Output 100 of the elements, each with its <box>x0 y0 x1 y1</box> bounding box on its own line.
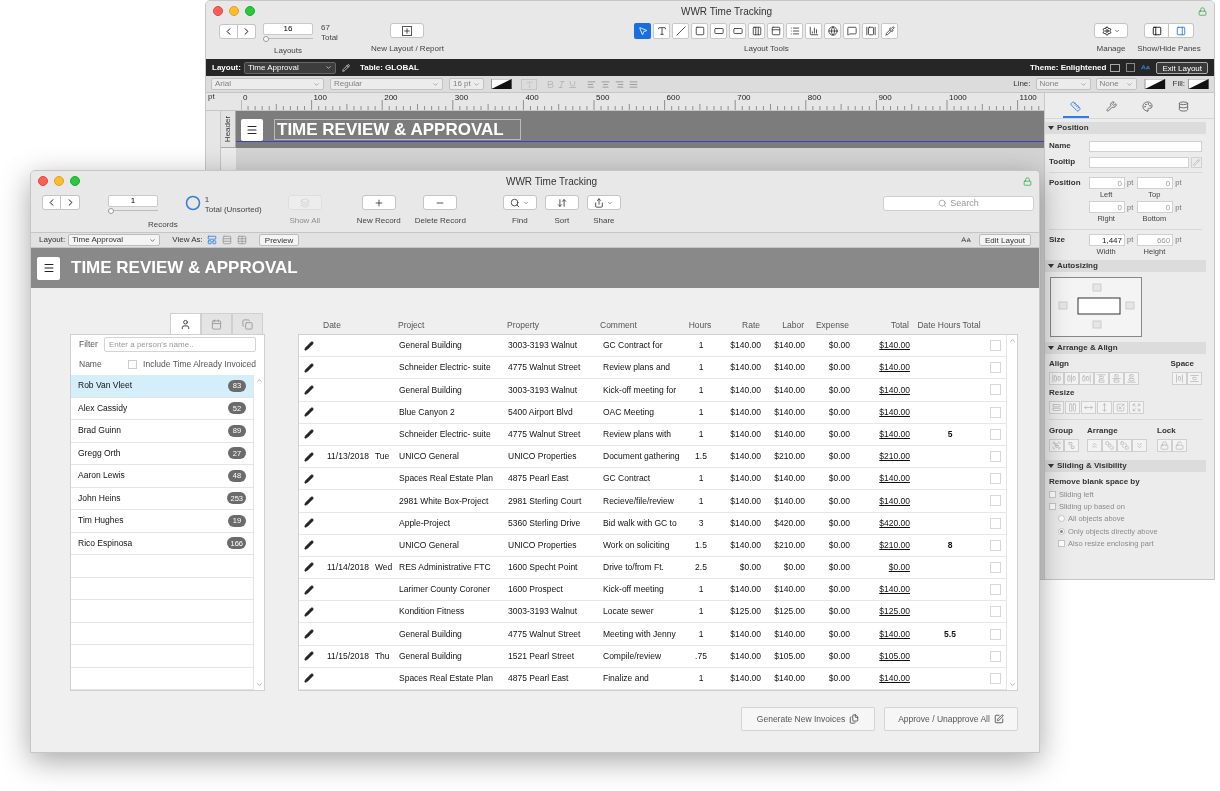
name-field[interactable] <box>1089 140 1202 152</box>
dropdown[interactable]: Regular <box>330 78 443 90</box>
pencil-icon[interactable] <box>304 473 314 484</box>
checkbox[interactable] <box>1058 539 1065 547</box>
zoom-button[interactable] <box>70 176 80 186</box>
layout-dropdown[interactable]: Time Approval <box>68 234 161 246</box>
minimize-button[interactable] <box>54 176 64 186</box>
pencil-icon[interactable] <box>304 407 314 418</box>
delete-record-button[interactable] <box>423 195 458 210</box>
pencil-icon[interactable] <box>304 340 314 351</box>
checkbox[interactable] <box>990 362 1001 374</box>
scroll-up-icon[interactable] <box>1008 337 1016 344</box>
pencil-icon[interactable] <box>304 384 314 395</box>
checkbox[interactable] <box>1049 503 1056 511</box>
panel-tab[interactable] <box>201 313 232 334</box>
pencil-icon[interactable] <box>304 518 314 529</box>
tooltip-field[interactable] <box>1089 156 1189 168</box>
panel-tab[interactable] <box>232 313 263 334</box>
section-header[interactable]: Autosizing <box>1045 259 1206 272</box>
checkbox[interactable] <box>990 672 1001 684</box>
tool-button[interactable] <box>691 23 709 39</box>
total-link[interactable]: $420.00 <box>850 516 910 530</box>
checkbox[interactable] <box>990 340 1001 352</box>
tool-button[interactable] <box>634 23 652 39</box>
record-field[interactable]: 16 <box>263 23 313 35</box>
checkbox[interactable] <box>990 650 1001 662</box>
color-swatch[interactable] <box>1143 79 1166 89</box>
total-link[interactable]: $140.00 <box>850 383 910 397</box>
pencil-icon[interactable] <box>304 606 314 617</box>
tool-button[interactable] <box>672 23 690 39</box>
total-link[interactable]: $140.00 <box>850 405 910 419</box>
tool-button[interactable] <box>748 23 766 39</box>
total-link[interactable]: $140.00 <box>850 339 910 352</box>
text-style-button[interactable] <box>521 78 537 90</box>
total-link[interactable]: $140.00 <box>850 672 910 685</box>
dropdown[interactable]: None <box>1095 78 1137 90</box>
back-button[interactable] <box>219 24 238 39</box>
forward-button[interactable] <box>61 195 80 210</box>
checkbox[interactable] <box>128 360 138 369</box>
total-link[interactable]: $105.00 <box>850 649 910 663</box>
slider-thumb[interactable] <box>263 36 269 42</box>
pencil-icon[interactable] <box>304 629 314 640</box>
scroll-down-icon[interactable] <box>1008 681 1016 688</box>
total-link[interactable]: $140.00 <box>850 494 910 508</box>
new-layout-button[interactable] <box>390 23 425 38</box>
pencil-icon[interactable] <box>304 562 314 573</box>
pencil-icon[interactable] <box>304 584 314 595</box>
section-header[interactable]: Sliding & Visibility <box>1045 459 1206 472</box>
pencil-icon[interactable] <box>304 362 314 373</box>
section-header[interactable]: Arrange & Align <box>1045 341 1206 354</box>
tool-button[interactable] <box>805 23 823 39</box>
list-view-icon[interactable] <box>221 235 232 245</box>
edit-layout-button[interactable]: Edit Layout <box>978 234 1031 246</box>
align-right-icon[interactable] <box>615 79 624 89</box>
tool-button[interactable] <box>767 23 785 39</box>
checkbox[interactable] <box>990 628 1001 640</box>
share-button[interactable] <box>586 195 621 210</box>
total-link[interactable]: $210.00 <box>850 450 910 463</box>
checkbox[interactable] <box>990 517 1001 529</box>
menu-button[interactable] <box>37 256 60 280</box>
slider-thumb[interactable] <box>107 208 114 214</box>
exit-layout-button[interactable]: Exit Layout <box>1156 61 1208 74</box>
minimize-button[interactable] <box>229 6 239 16</box>
font-size-icon[interactable] <box>960 235 971 245</box>
bold-icon[interactable] <box>546 79 555 89</box>
total-link[interactable]: $140.00 <box>850 583 910 597</box>
checkbox[interactable] <box>990 473 1001 485</box>
panel-tab[interactable] <box>170 313 201 334</box>
tool-button[interactable] <box>862 23 880 39</box>
color-swatch[interactable] <box>491 79 512 89</box>
checkbox[interactable] <box>990 428 1001 440</box>
align-center-icon[interactable] <box>601 79 610 89</box>
form-view-icon[interactable] <box>206 235 217 245</box>
layout-icon[interactable] <box>1126 63 1136 72</box>
checkbox[interactable] <box>990 495 1001 507</box>
tool-button[interactable] <box>843 23 861 39</box>
tool-button[interactable] <box>729 23 747 39</box>
pencil-icon[interactable] <box>304 451 314 462</box>
checkbox[interactable] <box>990 451 1001 463</box>
total-link[interactable]: $125.00 <box>850 605 910 619</box>
dropdown[interactable]: 16 pt <box>449 78 484 90</box>
tool-button[interactable] <box>824 23 842 39</box>
color-swatch[interactable] <box>1188 79 1209 89</box>
back-button[interactable] <box>42 195 61 210</box>
checkbox[interactable] <box>1049 490 1056 498</box>
autosizing-drawing[interactable] <box>1050 276 1142 337</box>
tool-button[interactable] <box>653 23 671 39</box>
italic-icon[interactable] <box>557 79 566 89</box>
total-link[interactable]: $0.00 <box>850 561 910 574</box>
tool-button[interactable] <box>881 23 899 39</box>
total-link[interactable]: $140.00 <box>850 472 910 486</box>
section-header[interactable]: Position <box>1045 122 1206 134</box>
checkbox[interactable] <box>990 384 1001 396</box>
tool-button[interactable] <box>710 23 728 39</box>
zoom-button[interactable] <box>245 6 255 16</box>
table-view-icon[interactable] <box>236 235 247 245</box>
forward-button[interactable] <box>237 24 256 39</box>
scroll-down-icon[interactable] <box>255 681 263 688</box>
radio-button[interactable] <box>1058 527 1065 535</box>
generate-invoices-button[interactable]: Generate New Invoices <box>741 707 875 731</box>
